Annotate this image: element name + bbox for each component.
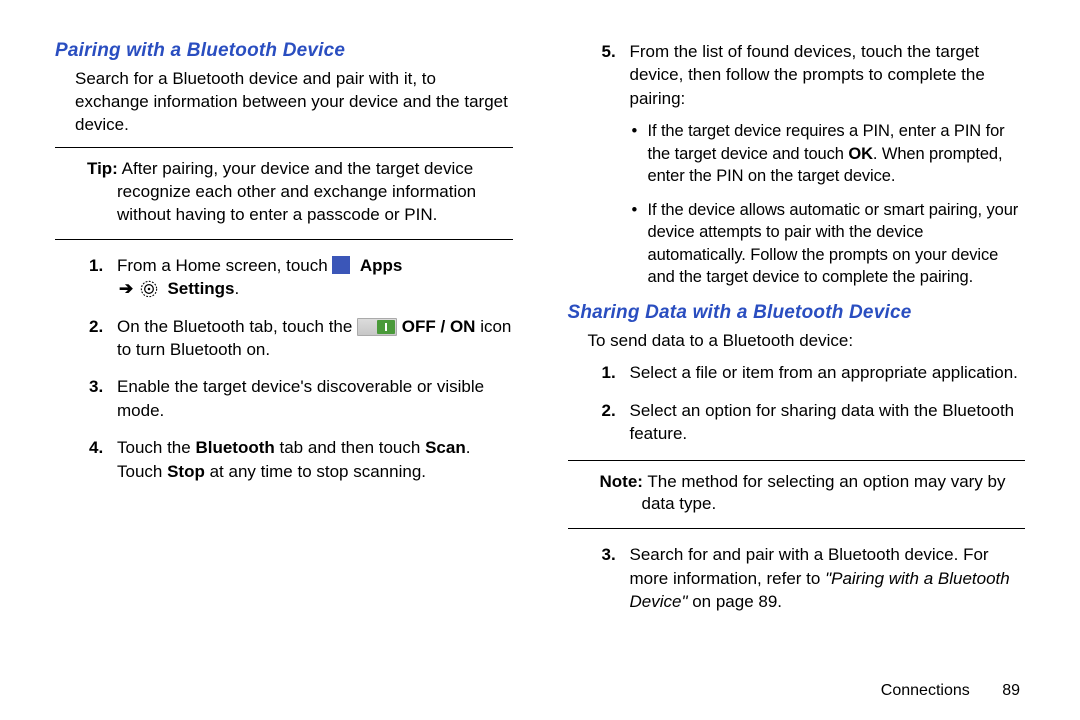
- share-2-text: Select an option for sharing data with t…: [630, 401, 1015, 443]
- settings-icon: [140, 280, 158, 298]
- sub-auto: If the device allows automatic or smart …: [648, 199, 1026, 288]
- sharing-steps-cont: 3. Search for and pair with a Bluetooth …: [568, 543, 1026, 613]
- pairing-steps-cont: 5. From the list of found devices, touch…: [568, 40, 1026, 288]
- step-1-period: .: [235, 279, 240, 298]
- step-number: 3.: [602, 543, 616, 566]
- step-number: 1.: [602, 361, 616, 384]
- pairing-intro: Search for a Bluetooth device and pair w…: [75, 68, 513, 137]
- step-number: 5.: [602, 40, 616, 63]
- step-4-c: tab and then touch: [275, 438, 425, 457]
- step-number: 2.: [602, 399, 616, 422]
- sub-pin: If the target device requires a PIN, ent…: [648, 120, 1026, 187]
- step-1-text-a: From a Home screen, touch: [117, 256, 332, 275]
- sharing-steps: 1. Select a file or item from an appropr…: [568, 361, 1026, 445]
- heading-pairing: Pairing with a Bluetooth Device: [55, 40, 513, 62]
- step-5-text: From the list of found devices, touch th…: [630, 42, 985, 108]
- step-3-text: Enable the target device's discoverable …: [117, 377, 484, 419]
- footer-page-number: 89: [1002, 682, 1020, 699]
- step-5: 5. From the list of found devices, touch…: [630, 40, 1026, 288]
- share-step-2: 2. Select an option for sharing data wit…: [630, 399, 1026, 446]
- stop-bold: Stop: [167, 462, 205, 481]
- step-number: 1.: [89, 254, 103, 277]
- off-on-label: OFF / ON: [402, 317, 476, 336]
- share-step-1: 1. Select a file or item from an appropr…: [630, 361, 1026, 384]
- left-column: Pairing with a Bluetooth Device Search f…: [55, 40, 513, 710]
- manual-page: Pairing with a Bluetooth Device Search f…: [0, 0, 1080, 720]
- share-3-c: on page 89.: [688, 592, 783, 611]
- sharing-intro: To send data to a Bluetooth device:: [588, 330, 1026, 353]
- step-4-g: at any time to stop scanning.: [205, 462, 426, 481]
- step-number: 3.: [89, 375, 103, 398]
- step-5-sublist: If the target device requires a PIN, ent…: [630, 120, 1026, 288]
- right-column: 5. From the list of found devices, touch…: [568, 40, 1026, 710]
- note-label: Note:: [600, 472, 643, 491]
- tip-box: Tip: After pairing, your device and the …: [55, 147, 513, 240]
- step-2-text-a: On the Bluetooth tab, touch the: [117, 317, 357, 336]
- step-number: 2.: [89, 315, 103, 338]
- apps-label: Apps: [355, 256, 402, 275]
- scan-bold: Scan: [425, 438, 466, 457]
- pairing-steps: 1. From a Home screen, touch Apps ➔: [55, 254, 513, 484]
- ok-bold: OK: [848, 145, 873, 163]
- step-4-a: Touch the: [117, 438, 195, 457]
- bluetooth-bold: Bluetooth: [195, 438, 274, 457]
- note-box: Note: The method for selecting an option…: [568, 460, 1026, 530]
- tip-label: Tip:: [87, 159, 118, 178]
- step-3: 3. Enable the target device's discoverab…: [117, 375, 513, 422]
- footer-section: Connections: [881, 682, 970, 699]
- off-on-toggle-icon: [357, 318, 397, 336]
- arrow-icon: ➔: [117, 279, 135, 298]
- apps-icon: [332, 256, 350, 274]
- note-text: The method for selecting an option may v…: [642, 472, 1006, 514]
- settings-label: Settings: [163, 279, 235, 298]
- step-1: 1. From a Home screen, touch Apps ➔: [117, 254, 513, 301]
- step-number: 4.: [89, 436, 103, 459]
- heading-sharing: Sharing Data with a Bluetooth Device: [568, 302, 1026, 324]
- page-footer: Connections 89: [881, 682, 1020, 700]
- step-4: 4. Touch the Bluetooth tab and then touc…: [117, 436, 513, 483]
- share-step-3: 3. Search for and pair with a Bluetooth …: [630, 543, 1026, 613]
- share-1-text: Select a file or item from an appropriat…: [630, 363, 1018, 382]
- step-2: 2. On the Bluetooth tab, touch the OFF /…: [117, 315, 513, 362]
- tip-text: After pairing, your device and the targe…: [117, 159, 476, 224]
